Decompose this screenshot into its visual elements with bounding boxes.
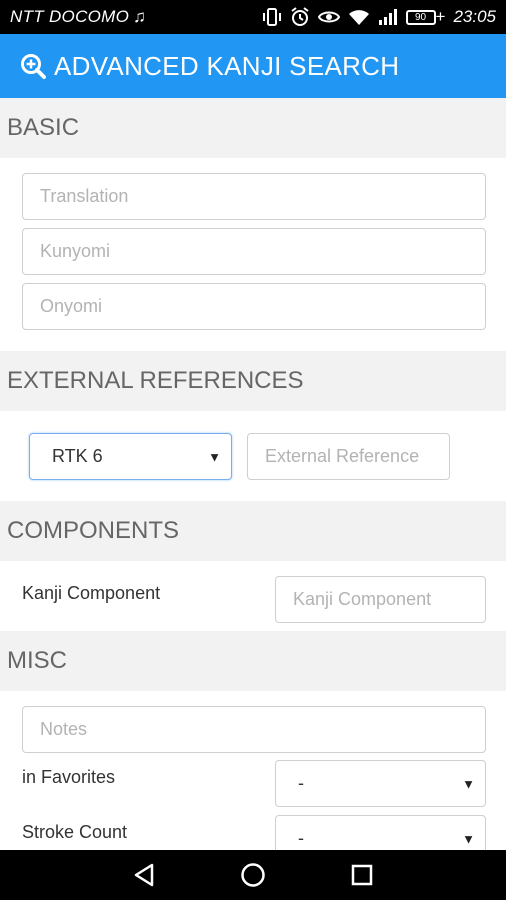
- section-header-components: COMPONENTS: [0, 501, 506, 561]
- clock: 23:05: [453, 7, 496, 26]
- recents-icon: [351, 864, 372, 886]
- wifi-icon: [348, 10, 369, 25]
- page-title: ADVANCED KANJI SEARCH: [54, 50, 400, 81]
- back-button[interactable]: [124, 855, 164, 895]
- section-header-basic: BASIC: [0, 98, 506, 158]
- favorites-select[interactable]: - ▼: [275, 760, 486, 807]
- onyomi-field[interactable]: [22, 283, 486, 330]
- kanji-component-label: Kanji Component: [22, 583, 161, 603]
- translation-field[interactable]: [22, 173, 486, 220]
- kanji-component-field[interactable]: [275, 576, 486, 623]
- navigation-bar: [0, 850, 506, 900]
- alarm-icon: [290, 7, 309, 26]
- favorites-value: -: [298, 773, 304, 793]
- status-bar: NTT DOCOMO ♫ 90 + 23:05: [0, 0, 506, 34]
- favorites-label: in Favorites: [22, 767, 116, 787]
- recents-button[interactable]: [342, 855, 382, 895]
- carrier-name: NTT DOCOMO: [10, 7, 130, 26]
- reference-type-value: RTK 6: [52, 446, 103, 466]
- search-plus-icon: [21, 54, 46, 79]
- chevron-down-icon: ▼: [462, 776, 475, 791]
- chevron-down-icon: ▼: [208, 449, 221, 464]
- stroke-count-label: Stroke Count: [22, 822, 128, 842]
- status-icons: 90 + 23:05: [262, 7, 496, 27]
- app-bar: ADVANCED KANJI SEARCH: [0, 34, 506, 98]
- back-icon: [135, 863, 154, 887]
- stroke-count-value: -: [298, 828, 304, 848]
- signal-icon: [378, 9, 397, 25]
- home-icon: [241, 863, 265, 887]
- kunyomi-field[interactable]: [22, 228, 486, 275]
- notes-field[interactable]: [22, 706, 486, 753]
- external-reference-field[interactable]: [247, 433, 450, 480]
- reference-type-select[interactable]: RTK 6 ▼: [29, 433, 232, 480]
- battery-level: 90: [405, 9, 436, 25]
- home-button[interactable]: [233, 855, 273, 895]
- music-note-icon: ♫: [133, 7, 147, 26]
- section-header-misc: MISC: [0, 631, 506, 691]
- vibrate-icon: [262, 8, 281, 26]
- carrier: NTT DOCOMO ♫: [10, 7, 146, 27]
- eye-icon: [317, 11, 340, 23]
- battery-icon: 90 +: [405, 7, 445, 27]
- chevron-down-icon: ▼: [462, 831, 475, 846]
- section-header-external-references: EXTERNAL REFERENCES: [0, 351, 506, 411]
